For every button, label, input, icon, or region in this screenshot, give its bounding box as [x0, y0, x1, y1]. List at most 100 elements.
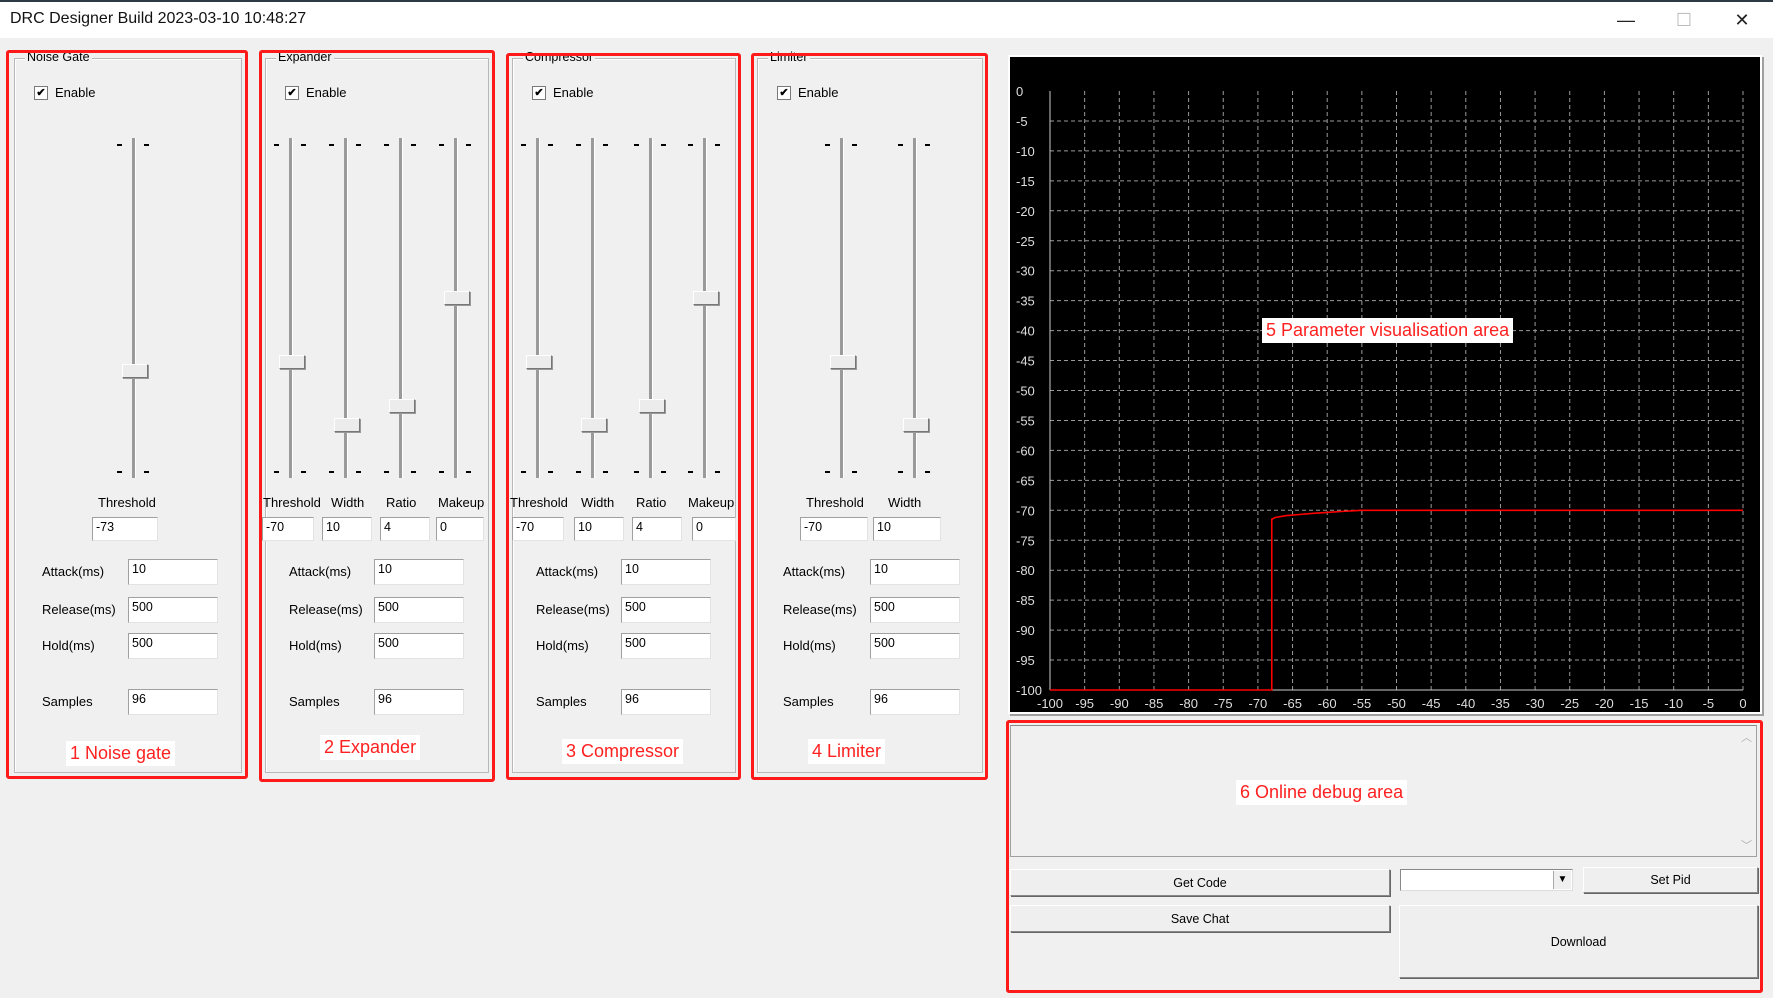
field-input[interactable]: 500 [128, 597, 218, 623]
y-tick-label: -50 [1016, 384, 1035, 399]
slider-expander-makeup[interactable] [435, 138, 475, 488]
close-button[interactable]: ✕ [1713, 2, 1771, 38]
set-pid-button[interactable]: Set Pid [1583, 867, 1758, 893]
field-input[interactable]: 10 [870, 559, 960, 585]
y-tick-label: -55 [1016, 413, 1035, 428]
slider-thumb[interactable] [526, 354, 552, 369]
slider-thumb[interactable] [693, 291, 719, 305]
tick-mark [466, 144, 471, 146]
tick-mark [603, 144, 608, 146]
y-tick-label: -60 [1016, 443, 1035, 458]
field-input[interactable]: 500 [374, 597, 464, 623]
field-input[interactable]: 96 [621, 689, 711, 715]
download-button[interactable]: Download [1399, 905, 1758, 978]
slider-track[interactable] [289, 138, 293, 478]
checkbox-check-icon[interactable]: ✔ [34, 85, 48, 100]
field-input[interactable]: 96 [870, 689, 960, 715]
x-tick-label: -20 [1595, 696, 1614, 711]
slider-thumb[interactable] [279, 354, 305, 369]
slider-thumb[interactable] [639, 399, 665, 414]
port-select[interactable]: ▼ [1400, 869, 1573, 891]
slider-value-input[interactable]: -73 [92, 517, 158, 541]
field-input[interactable]: 10 [374, 559, 464, 585]
tick-mark [356, 144, 361, 146]
field-input[interactable]: 96 [128, 689, 218, 715]
checkbox-check-icon[interactable]: ✔ [532, 85, 546, 100]
slider-track[interactable] [536, 138, 540, 478]
field-input[interactable]: 500 [128, 633, 218, 659]
slider-track[interactable] [132, 138, 136, 478]
transfer-curve-chart: 0-5-10-15-20-25-30-35-40-45-50-55-60-65-… [1016, 84, 1747, 711]
slider-track[interactable] [840, 138, 844, 478]
tick-mark [898, 471, 903, 473]
field-input[interactable]: 96 [374, 689, 464, 715]
minimize-button[interactable]: — [1597, 2, 1655, 38]
field-input[interactable]: 500 [870, 633, 960, 659]
checkbox-check-icon[interactable]: ✔ [777, 85, 791, 100]
slider-label: Makeup [688, 495, 735, 510]
slider-value-input[interactable]: -70 [262, 517, 314, 541]
field-label: Release(ms) [42, 602, 116, 617]
scroll-up-icon[interactable]: ︿ [1741, 729, 1752, 745]
field-input[interactable]: 500 [621, 633, 711, 659]
slider-expander-threshold[interactable] [270, 138, 310, 488]
scroll-down-icon[interactable]: ﹀ [1741, 837, 1752, 853]
slider-compressor-ratio[interactable] [630, 138, 670, 488]
slider-thumb[interactable] [903, 418, 929, 433]
slider-thumb[interactable] [444, 291, 470, 305]
enable-checkbox-compressor[interactable]: ✔ Enable [532, 85, 593, 100]
slider-thumb[interactable] [581, 418, 607, 433]
slider-value-input[interactable]: 4 [380, 517, 430, 541]
slider-value-input[interactable]: 10 [322, 517, 372, 541]
slider-thumb[interactable] [122, 364, 148, 379]
slider-value-input[interactable]: -70 [800, 517, 868, 541]
get-code-button[interactable]: Get Code [1010, 869, 1390, 896]
field-input[interactable]: 10 [128, 559, 218, 585]
field-label: Samples [783, 694, 834, 709]
slider-value-input[interactable]: 10 [873, 517, 941, 541]
tick-mark [925, 471, 930, 473]
field-label: Attack(ms) [289, 564, 352, 579]
slider-thumb[interactable] [830, 354, 856, 369]
y-tick-label: -10 [1016, 144, 1035, 159]
slider-label: Ratio [386, 495, 417, 510]
y-tick-label: -45 [1016, 354, 1035, 369]
field-input[interactable]: 10 [621, 559, 711, 585]
annotation-noise_gate: 1 Noise gate [66, 741, 176, 766]
field-input[interactable]: 500 [870, 597, 960, 623]
slider-limiter-width[interactable] [894, 138, 934, 488]
slider-expander-width[interactable] [325, 138, 365, 488]
slider-value-input[interactable]: 4 [632, 517, 682, 541]
maximize-button[interactable]: ☐ [1655, 2, 1713, 38]
slider-thumb[interactable] [389, 399, 415, 414]
y-tick-label: -15 [1016, 174, 1035, 189]
slider-noise_gate-threshold[interactable] [113, 138, 153, 488]
tick-mark [852, 471, 857, 473]
slider-compressor-width[interactable] [572, 138, 612, 488]
slider-compressor-threshold[interactable] [517, 138, 557, 488]
enable-checkbox-noise_gate[interactable]: ✔ Enable [34, 85, 95, 100]
slider-expander-ratio[interactable] [380, 138, 420, 488]
tick-mark [634, 471, 639, 473]
field-input[interactable]: 500 [621, 597, 711, 623]
slider-limiter-threshold[interactable] [821, 138, 861, 488]
slider-track[interactable] [399, 138, 403, 478]
chevron-down-icon[interactable]: ▼ [1553, 871, 1571, 889]
field-input[interactable]: 500 [374, 633, 464, 659]
checkbox-check-icon[interactable]: ✔ [285, 85, 299, 100]
y-tick-label: -75 [1016, 533, 1035, 548]
slider-track[interactable] [703, 138, 707, 478]
slider-value-input[interactable]: 10 [574, 517, 624, 541]
slider-compressor-makeup[interactable] [684, 138, 724, 488]
slider-track[interactable] [649, 138, 653, 478]
tick-mark [925, 144, 930, 146]
slider-thumb[interactable] [334, 418, 360, 433]
slider-track[interactable] [454, 138, 458, 478]
tick-mark [301, 471, 306, 473]
enable-checkbox-expander[interactable]: ✔ Enable [285, 85, 346, 100]
slider-value-input[interactable]: -70 [512, 517, 564, 541]
enable-checkbox-limiter[interactable]: ✔ Enable [777, 85, 838, 100]
slider-value-input[interactable]: 0 [692, 517, 736, 541]
save-chat-button[interactable]: Save Chat [1010, 905, 1390, 932]
slider-value-input[interactable]: 0 [436, 517, 484, 541]
